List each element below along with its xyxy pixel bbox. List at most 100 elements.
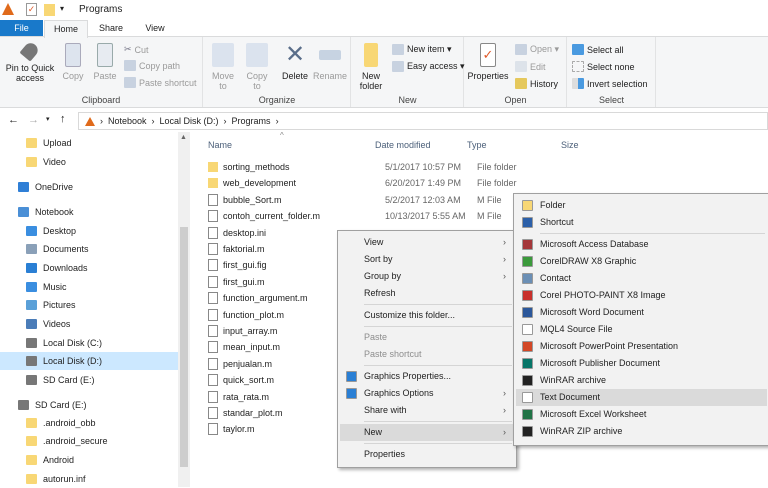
nav-item[interactable]: Music — [0, 278, 178, 296]
open-button[interactable]: Open ▾ — [515, 44, 559, 55]
menu-item[interactable]: Text Document — [516, 389, 767, 406]
nav-item[interactable]: Documents — [0, 240, 178, 258]
nav-item[interactable]: autorun.inf — [0, 470, 178, 488]
menu-item-label: Graphics Properties... — [364, 371, 452, 381]
menu-item[interactable]: Graphics Properties... — [340, 368, 514, 385]
new-item-button[interactable]: New item ▾ — [392, 44, 452, 55]
nav-scrollbar[interactable]: ▲ — [178, 132, 190, 487]
file-row[interactable]: sorting_methods 5/1/2017 10:57 PM File fol… — [208, 159, 708, 175]
nav-item[interactable]: .android_secure — [0, 432, 178, 450]
menu-item[interactable]: Shortcut — [516, 214, 767, 231]
menu-item[interactable]: Contact — [516, 270, 767, 287]
pictures-icon — [26, 300, 37, 310]
matlab-location-icon — [85, 116, 95, 126]
tab-home[interactable]: Home — [44, 20, 88, 38]
tab-file[interactable]: File — [0, 20, 43, 37]
menu-item[interactable]: Microsoft Excel Worksheet — [516, 406, 767, 423]
tab-share[interactable]: Share — [90, 20, 132, 37]
nav-item[interactable]: OneDrive — [0, 178, 178, 196]
paste-button[interactable]: Paste — [90, 43, 120, 81]
menu-item[interactable]: Customize this folder... — [340, 307, 514, 324]
delete-button[interactable]: ✕ Delete — [280, 43, 310, 82]
menu-item[interactable]: Folder — [516, 197, 767, 214]
scroll-thumb[interactable] — [180, 227, 188, 467]
menu-item[interactable]: Graphics Options › — [340, 385, 514, 402]
recent-locations-icon[interactable]: ▾ — [46, 115, 50, 123]
menu-item[interactable]: Microsoft Word Document — [516, 304, 767, 321]
invert-selection-button[interactable]: Invert selection — [572, 78, 648, 89]
menu-item[interactable]: Microsoft Publisher Document — [516, 355, 767, 372]
menu-item[interactable]: View › — [340, 234, 514, 251]
easy-access-button[interactable]: Easy access ▾ — [392, 61, 465, 72]
nav-item[interactable]: Downloads — [0, 259, 178, 277]
file-icon — [208, 374, 218, 387]
scroll-up-icon[interactable]: ▲ — [180, 134, 187, 141]
column-type[interactable]: Type — [467, 140, 487, 150]
nav-item[interactable]: SD Card (E:) — [0, 396, 178, 414]
copy-to-button[interactable]: Copy to — [242, 43, 272, 91]
nav-item[interactable]: SD Card (E:) — [0, 371, 178, 389]
menu-item[interactable]: Paste shortcut — [340, 346, 514, 363]
customize-toolbar-icon[interactable]: ▾ — [60, 4, 64, 13]
menu-item[interactable]: Group by › — [340, 268, 514, 285]
menu-item[interactable]: New › — [340, 424, 514, 441]
nav-item[interactable]: Pictures — [0, 296, 178, 314]
properties-button[interactable]: ✓ Properties — [467, 43, 509, 81]
move-to-button[interactable]: Move to — [208, 43, 238, 91]
paste-shortcut-button[interactable]: Paste shortcut — [124, 77, 197, 88]
menu-item[interactable]: Refresh — [340, 285, 514, 302]
cut-button[interactable]: ✂ Cut — [124, 44, 149, 55]
nav-item[interactable]: Desktop — [0, 222, 178, 240]
back-arrow-icon[interactable]: ← — [8, 114, 19, 126]
scissors-icon: ✂ — [124, 44, 132, 54]
new-folder-button[interactable]: New folder — [356, 43, 386, 91]
menu-item-label: New — [364, 427, 383, 437]
menu-item[interactable]: Corel PHOTO-PAINT X8 Image — [516, 287, 767, 304]
nav-item[interactable]: Local Disk (D:) — [0, 352, 178, 370]
edit-button[interactable]: Edit — [515, 61, 546, 72]
menu-item-label: Paste — [364, 332, 388, 342]
menu-item[interactable]: WinRAR archive — [516, 372, 767, 389]
folder-icon — [26, 455, 37, 465]
submenu-arrow-icon: › — [503, 271, 506, 281]
menu-item[interactable]: Share with › — [340, 402, 514, 419]
column-date-modified[interactable]: Date modified — [375, 140, 431, 150]
nav-item[interactable]: Local Disk (C:) — [0, 334, 178, 352]
forward-arrow-icon[interactable]: → — [28, 114, 39, 126]
menu-item-label: WinRAR archive — [540, 375, 607, 385]
new-folder-quick-icon[interactable] — [44, 4, 55, 16]
up-arrow-icon[interactable]: ↑ — [60, 113, 66, 125]
nav-item[interactable]: Video — [0, 153, 178, 171]
select-none-button[interactable]: Select none — [572, 61, 635, 72]
nav-item[interactable]: Notebook — [0, 203, 178, 221]
menu-item[interactable]: Microsoft PowerPoint Presentation — [516, 338, 767, 355]
copy-button[interactable]: Copy — [60, 43, 86, 81]
nav-item[interactable]: Upload — [0, 134, 178, 152]
select-all-icon — [572, 44, 584, 55]
copy-path-button[interactable]: Copy path — [124, 60, 180, 71]
menu-item[interactable]: MQL4 Source File — [516, 321, 767, 338]
nav-item[interactable]: Videos — [0, 315, 178, 333]
menu-item[interactable]: Sort by › — [340, 251, 514, 268]
menu-item[interactable]: Microsoft Access Database — [516, 236, 767, 253]
properties-quick-icon[interactable]: ✓ — [26, 3, 37, 16]
tab-view[interactable]: View — [134, 20, 176, 37]
rename-button[interactable]: Rename — [312, 43, 348, 81]
breadcrumb-programs[interactable]: Programs — [232, 116, 271, 126]
nav-item[interactable]: .android_obb — [0, 414, 178, 432]
menu-item[interactable]: WinRAR ZIP archive — [516, 423, 767, 440]
menu-item[interactable]: CorelDRAW X8 Graphic — [516, 253, 767, 270]
breadcrumb-local-disk-d[interactable]: Local Disk (D:) — [160, 116, 219, 126]
address-bar[interactable]: › Notebook › Local Disk (D:) › Programs … — [78, 112, 768, 130]
breadcrumb-notebook[interactable]: Notebook — [108, 116, 147, 126]
column-size[interactable]: Size — [561, 140, 579, 150]
nav-item[interactable]: Android — [0, 451, 178, 469]
edit-icon — [515, 61, 527, 72]
column-name[interactable]: Name — [208, 140, 232, 150]
menu-item[interactable]: Properties — [340, 446, 514, 463]
select-all-button[interactable]: Select all — [572, 44, 624, 55]
file-row[interactable]: web_development 6/20/2017 1:49 PM File fol… — [208, 175, 708, 191]
menu-item[interactable]: Paste — [340, 329, 514, 346]
pin-button[interactable]: Pin to Quick access — [4, 40, 56, 83]
history-button[interactable]: History — [515, 78, 558, 89]
